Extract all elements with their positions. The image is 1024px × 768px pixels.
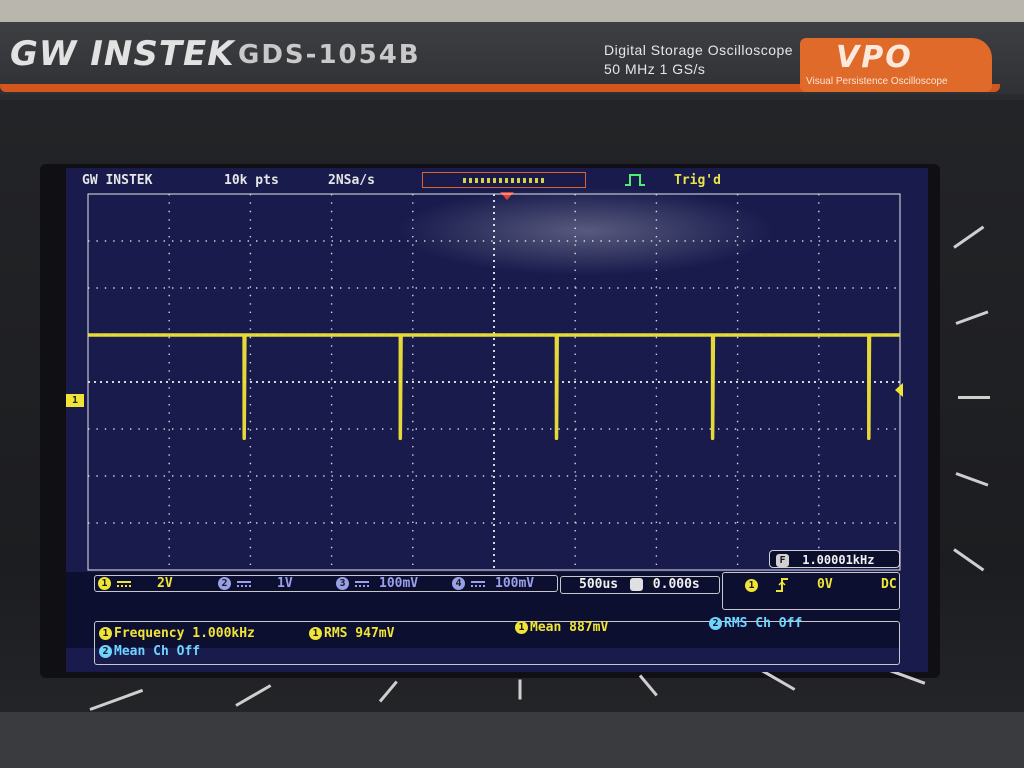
measurement-ch1-mean[interactable]: 1 Mean 887mV — [515, 620, 608, 635]
bezel-tick — [958, 396, 990, 399]
measurement-rms-ch2-text: RMS Ch Off — [724, 616, 803, 631]
dc-coupling-icon — [117, 580, 131, 587]
measurement-source-1: 1 — [515, 621, 528, 634]
measurement-mean-text: Mean 887mV — [530, 620, 609, 635]
ch4-volts-per-div: 100mV — [495, 576, 535, 591]
trigger-settings-box[interactable]: 1 0V DC — [722, 572, 900, 610]
measurement-ch1-frequency[interactable]: 1 Frequency 1.000kHz — [99, 626, 255, 641]
ch1-scale[interactable]: 1 2V — [98, 576, 173, 591]
top-edge — [0, 0, 1024, 22]
frequency-counter-value: 1.00001kHz — [802, 553, 875, 567]
measurement-ch2-mean[interactable]: 2 Mean Ch Off — [99, 644, 200, 659]
oscilloscope-display: GW INSTEK 10k pts 2NSa/s Trig'd 1 F 1.00… — [66, 168, 928, 672]
ch4-indicator: 4 — [452, 577, 465, 590]
bottom-softkey-row — [0, 712, 1024, 768]
measurement-panel: 1 Frequency 1.000kHz 1 RMS 947mV 1 Mean 887… — [94, 616, 900, 665]
rising-edge-icon — [776, 578, 788, 592]
timebase-box[interactable]: 500us H 0.000s — [560, 576, 720, 594]
vpo-subtitle: Visual Persistence Oscilloscope — [806, 76, 948, 87]
horizontal-position-icon: H — [629, 578, 654, 591]
description-line-2: 50 MHz 1 GS/s — [604, 61, 706, 77]
ch3-scale[interactable]: 3 100mV — [336, 576, 418, 591]
ch2-scale[interactable]: 2 1V — [218, 576, 293, 591]
frequency-counter-icon: F — [776, 554, 789, 567]
measurement-ch1-rms[interactable]: 1 RMS 947mV — [309, 626, 394, 641]
timebase-position: 0.000s — [652, 577, 700, 592]
measurement-source-2: 2 — [709, 617, 722, 630]
dc-coupling-icon — [471, 580, 485, 587]
bezel-tick — [518, 679, 522, 700]
ch1-ground-marker: 1 — [66, 394, 84, 407]
trigger-coupling: DC — [881, 577, 897, 592]
brand-logo: GW INSTEK — [10, 34, 235, 74]
ch3-indicator: 3 — [336, 577, 349, 590]
measurement-mean-ch2-text: Mean Ch Off — [114, 644, 201, 659]
timebase-scale: 500us — [579, 577, 619, 592]
ch1-indicator: 1 — [98, 577, 111, 590]
description-line-1: Digital Storage Oscilloscope — [604, 42, 794, 58]
ch4-scale[interactable]: 4 100mV — [452, 576, 534, 591]
model-name: GDS-1054B — [238, 40, 421, 70]
trigger-level: 0V — [817, 577, 833, 592]
ch3-volts-per-div: 100mV — [379, 576, 419, 591]
measurement-frequency-text: Frequency 1.000kHz — [114, 626, 255, 641]
measurement-rms-text: RMS 947mV — [324, 626, 395, 641]
trigger-level-marker — [895, 383, 903, 397]
measurement-source-1: 1 — [99, 627, 112, 640]
ch2-indicator: 2 — [218, 577, 231, 590]
measurement-source-1: 1 — [309, 627, 322, 640]
waveform-graticule — [87, 193, 901, 571]
ch2-volts-per-div: 1V — [277, 576, 293, 591]
dc-coupling-icon — [237, 580, 251, 587]
dc-coupling-icon — [355, 580, 369, 587]
ch1-volts-per-div: 2V — [157, 576, 173, 591]
measurement-source-2: 2 — [99, 645, 112, 658]
vpo-logo: VPO — [836, 40, 913, 75]
frequency-counter: F 1.00001kHz — [769, 550, 900, 568]
measurement-ch2-rms[interactable]: 2 RMS Ch Off — [709, 616, 802, 631]
trigger-source: 1 — [745, 579, 758, 592]
graticule-grid — [87, 193, 901, 571]
